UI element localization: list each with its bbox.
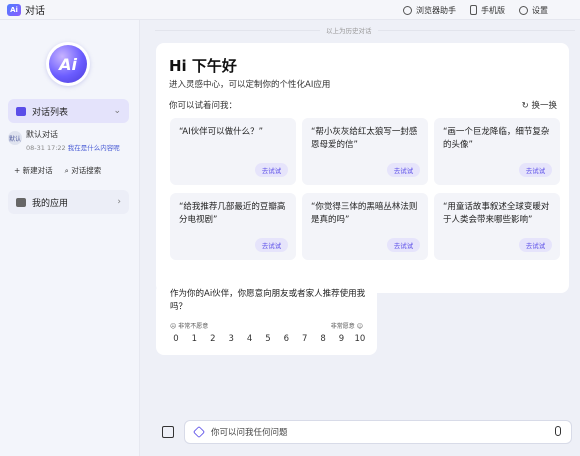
chat-input-bar xyxy=(184,420,572,444)
survey-scale: 0 1 2 3 4 5 6 7 8 9 10 xyxy=(170,334,366,344)
scale-option[interactable]: 7 xyxy=(299,334,311,344)
chat-time: 08-31 17:22 xyxy=(26,144,66,152)
settings-button[interactable]: 设置 xyxy=(519,5,548,16)
try-button[interactable]: 去试试 xyxy=(255,238,288,252)
survey-low-text: 非常不愿意 xyxy=(178,323,209,330)
suggestion-text: “用童话故事叙述全球变暖对于人类会带来哪些影响” xyxy=(443,202,550,225)
refresh-label: 换一换 xyxy=(531,101,557,111)
suggestion-text: “你觉得三体的黑暗丛林法则是真的吗” xyxy=(311,202,418,225)
chevron-down-icon: ⌄ xyxy=(113,106,121,116)
mobile-version-label: 手机版 xyxy=(481,5,505,15)
greeting: Hi 下午好 xyxy=(169,57,237,75)
browser-assistant-label: 浏览器助手 xyxy=(416,5,456,15)
gear-icon xyxy=(519,5,528,15)
scale-option[interactable]: 3 xyxy=(225,334,237,344)
suggestion-card[interactable]: “画一个巨龙降临，细节复杂的头像” 去试试 xyxy=(434,118,560,185)
chat-name: 默认对话 xyxy=(26,130,58,139)
suggestion-card[interactable]: “给我推荐几部最近的豆瓣高分电视剧” 去试试 xyxy=(170,193,296,260)
suggestion-text: “帮小灰灰给红太狼写一封感恩母爱的信” xyxy=(311,127,418,150)
my-apps-section[interactable]: 我的应用 › xyxy=(8,190,129,214)
try-button[interactable]: 去试试 xyxy=(519,238,552,252)
clear-context-icon[interactable] xyxy=(162,426,174,438)
suggestion-card[interactable]: “帮小灰灰给红太狼写一封感恩母爱的信” 去试试 xyxy=(302,118,428,185)
try-button[interactable]: 去试试 xyxy=(255,163,288,177)
scale-option[interactable]: 4 xyxy=(244,334,256,344)
chat-list-item[interactable]: 默认 默认对话 08-31 17:22 我在是什么内容呢 xyxy=(8,129,132,153)
suggestion-card[interactable]: “你觉得三体的黑暗丛林法则是真的吗” 去试试 xyxy=(302,193,428,260)
scale-option[interactable]: 8 xyxy=(317,334,329,344)
main-area: 以上为历史对话 Hi 下午好 进入灵感中心，可以定制你的个性化AI应用 你可以试… xyxy=(140,20,580,456)
chat-actions: + 新建对话 ⌕ 对话搜索 xyxy=(14,165,101,176)
chat-avatar: 默认 xyxy=(8,131,22,145)
chat-list-section[interactable]: 对话列表 ⌄ xyxy=(8,99,129,123)
suggestion-text: “给我推荐几部最近的豆瓣高分电视剧” xyxy=(179,202,286,225)
suggestion-text: “AI伙伴可以做什么？” xyxy=(179,127,264,137)
ai-logo-icon: Ai xyxy=(49,45,87,83)
app-brand: Ai 对话 xyxy=(7,2,45,17)
mobile-version-button[interactable]: 手机版 xyxy=(470,5,505,16)
apps-icon xyxy=(16,197,26,207)
top-bar: Ai 对话 浏览器助手 手机版 设置 xyxy=(0,0,580,20)
survey-high-text: 非常愿意 xyxy=(330,323,355,330)
sidebar: Ai 对话列表 ⌄ 默认 默认对话 08-31 17:22 我在是什么内容呢 +… xyxy=(0,20,140,456)
suggestion-text: “画一个巨龙降临，细节复杂的头像” xyxy=(443,127,550,150)
welcome-card: Hi 下午好 进入灵感中心，可以定制你的个性化AI应用 你可以试着问我： ↻ 换… xyxy=(156,43,569,293)
try-button[interactable]: 去试试 xyxy=(387,238,420,252)
sidebar-logo: Ai xyxy=(46,42,90,86)
chat-list-label: 对话列表 xyxy=(32,107,69,118)
microphone-icon[interactable] xyxy=(555,426,561,436)
nps-survey-card: 作为你的Ai伙伴，你愿意向朋友或者家人推荐使用我吗？ ☹ 非常不愿意 非常愿意 … xyxy=(156,283,377,355)
try-asking-label: 你可以试着问我： xyxy=(169,101,238,111)
survey-low-label: ☹ 非常不愿意 xyxy=(170,321,208,330)
browser-assistant-button[interactable]: 浏览器助手 xyxy=(403,5,456,16)
scale-option[interactable]: 0 xyxy=(170,334,182,344)
app-cube-icon[interactable] xyxy=(192,425,206,439)
scale-option[interactable]: 10 xyxy=(354,334,366,344)
settings-label: 设置 xyxy=(532,5,548,15)
scale-option[interactable]: 2 xyxy=(207,334,219,344)
happy-face-icon: ☺ xyxy=(356,323,363,330)
suggestion-card[interactable]: “用童话故事叙述全球变暖对于人类会带来哪些影响” 去试试 xyxy=(434,193,560,260)
chat-preview: 我在是什么内容呢 xyxy=(67,144,120,152)
refresh-suggestions-button[interactable]: ↻ 换一换 xyxy=(522,99,557,111)
survey-high-label: 非常愿意 ☺ xyxy=(331,321,363,330)
chevron-right-icon: › xyxy=(117,197,121,207)
scale-option[interactable]: 6 xyxy=(280,334,292,344)
new-chat-button[interactable]: + 新建对话 xyxy=(14,165,53,176)
browser-assistant-icon xyxy=(403,5,412,15)
history-label: 以上为历史对话 xyxy=(320,25,378,35)
chat-meta: 08-31 17:22 我在是什么内容呢 xyxy=(26,142,120,152)
scale-option[interactable]: 5 xyxy=(262,334,274,344)
my-apps-label: 我的应用 xyxy=(32,198,69,209)
refresh-icon: ↻ xyxy=(521,101,529,111)
survey-question: 作为你的Ai伙伴，你愿意向朋友或者家人推荐使用我吗？ xyxy=(170,289,366,312)
scale-option[interactable]: 1 xyxy=(188,334,200,344)
chat-list-icon xyxy=(16,106,26,116)
search-chat-button[interactable]: ⌕ 对话搜索 xyxy=(65,165,102,176)
top-actions: 浏览器助手 手机版 设置 xyxy=(403,0,548,20)
scale-option[interactable]: 9 xyxy=(336,334,348,344)
search-chat-label: 对话搜索 xyxy=(71,166,102,175)
try-button[interactable]: 去试试 xyxy=(519,163,552,177)
try-button[interactable]: 去试试 xyxy=(387,163,420,177)
welcome-subtitle: 进入灵感中心，可以定制你的个性化AI应用 xyxy=(169,80,331,90)
chat-input[interactable] xyxy=(211,424,531,441)
app-title: 对话 xyxy=(25,6,45,17)
phone-icon xyxy=(470,5,477,15)
sad-face-icon: ☹ xyxy=(170,323,177,330)
search-icon: ⌕ xyxy=(64,166,69,175)
app-logo: Ai xyxy=(7,3,21,16)
suggestion-card[interactable]: “AI伙伴可以做什么？” 去试试 xyxy=(170,118,296,185)
